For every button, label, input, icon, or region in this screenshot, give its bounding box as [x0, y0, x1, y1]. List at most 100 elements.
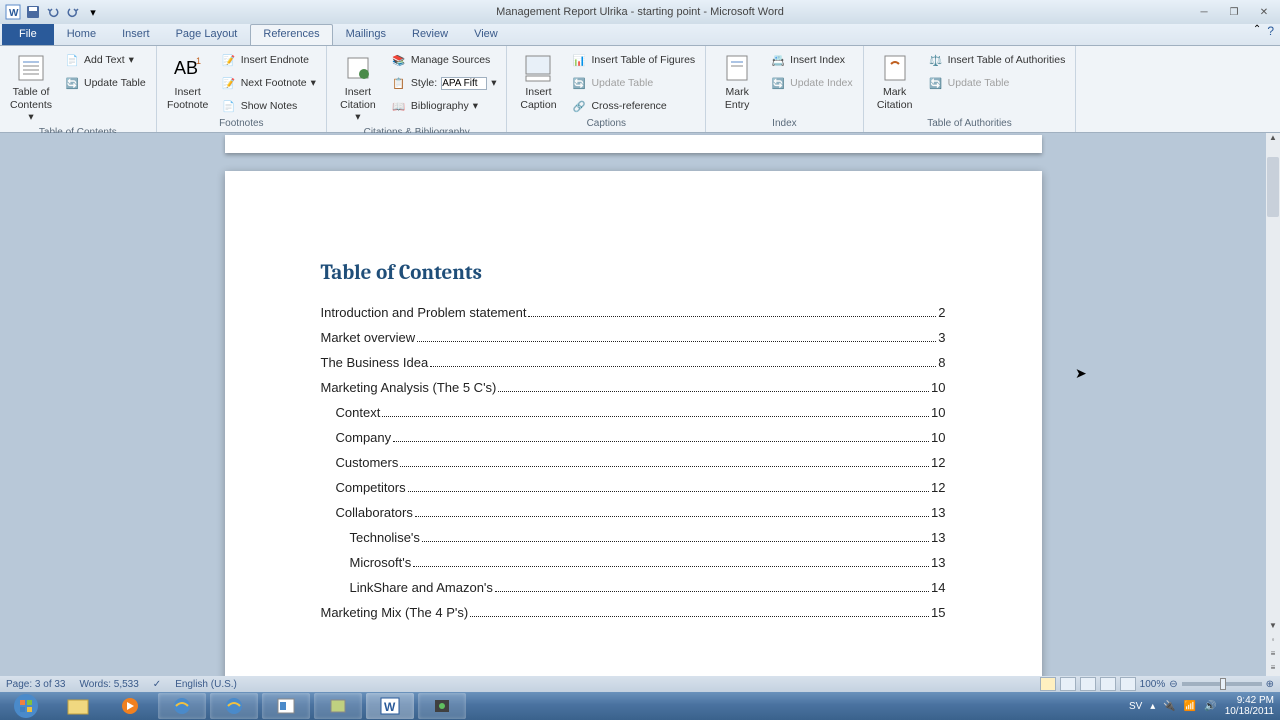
mark-entry-button[interactable]: Mark Entry — [712, 50, 762, 113]
tray-language[interactable]: SV — [1129, 701, 1142, 712]
toc-entry[interactable]: Microsoft's13 — [321, 555, 946, 570]
page: Table of Contents Introduction and Probl… — [225, 171, 1042, 677]
update-caption-table-button: 🔄Update Table — [567, 73, 699, 93]
insert-authorities-button[interactable]: ⚖️Insert Table of Authorities — [924, 50, 1070, 70]
browse-object-icon[interactable]: ◦ — [1266, 635, 1280, 649]
scroll-track[interactable] — [1266, 147, 1280, 621]
spell-check-icon[interactable]: ✓ — [153, 679, 161, 690]
toc-entry-title: Competitors — [336, 480, 406, 495]
ribbon: Table of Contents ▾ 📄Add Text ▾ 🔄Update … — [0, 46, 1280, 133]
bibliography-button[interactable]: 📖Bibliography ▾ — [387, 96, 501, 116]
tab-mailings[interactable]: Mailings — [333, 24, 399, 45]
toc-entry-page: 15 — [931, 605, 945, 620]
toc-entry[interactable]: Company10 — [321, 430, 946, 445]
insert-table-figures-button[interactable]: 📊Insert Table of Figures — [567, 50, 699, 70]
style-dropdown[interactable]: 📋Style: ▾ — [387, 73, 501, 93]
toc-entry[interactable]: Technolise's13 — [321, 530, 946, 545]
insert-citation-button[interactable]: Insert Citation ▾ — [333, 50, 383, 126]
show-notes-icon: 📄 — [221, 98, 237, 114]
toc-entry[interactable]: Market overview3 — [321, 330, 946, 345]
redo-icon[interactable] — [64, 3, 82, 21]
toc-list: Introduction and Problem statement2 Marke… — [321, 305, 946, 620]
zoom-out-button[interactable]: ⊖ — [1169, 679, 1177, 690]
draft-view-button[interactable] — [1120, 677, 1136, 691]
toc-entry[interactable]: Introduction and Problem statement2 — [321, 305, 946, 320]
tab-page-layout[interactable]: Page Layout — [163, 24, 251, 45]
insert-index-icon: 📇 — [770, 52, 786, 68]
scroll-thumb[interactable] — [1267, 157, 1279, 217]
web-layout-view-button[interactable] — [1080, 677, 1096, 691]
tab-insert[interactable]: Insert — [109, 24, 163, 45]
word-icon[interactable]: W — [4, 3, 22, 21]
ie-taskbar-icon-2[interactable] — [210, 693, 258, 719]
insert-caption-button[interactable]: Insert Caption — [513, 50, 563, 113]
tab-review[interactable]: Review — [399, 24, 461, 45]
tray-flag-icon[interactable]: ▴ — [1150, 701, 1155, 712]
zoom-handle[interactable] — [1220, 678, 1226, 690]
vertical-scrollbar[interactable]: ▲ ▼ ◦ ≡ ≡ — [1266, 133, 1280, 677]
group-toc: Table of Contents ▾ 📄Add Text ▾ 🔄Update … — [0, 46, 157, 132]
mark-citation-button[interactable]: Mark Citation — [870, 50, 920, 113]
save-icon[interactable] — [24, 3, 42, 21]
tab-view[interactable]: View — [461, 24, 511, 45]
toc-entry[interactable]: Competitors12 — [321, 480, 946, 495]
language-indicator[interactable]: English (U.S.) — [175, 679, 237, 690]
toc-entry[interactable]: Customers12 — [321, 455, 946, 470]
insert-index-button[interactable]: 📇Insert Index — [766, 50, 856, 70]
toc-entry[interactable]: Context10 — [321, 405, 946, 420]
next-page-icon[interactable]: ≡ — [1266, 663, 1280, 677]
scroll-up-icon[interactable]: ▲ — [1266, 133, 1280, 147]
start-button[interactable] — [2, 693, 50, 719]
document-area[interactable]: Table of Contents Introduction and Probl… — [0, 133, 1266, 677]
prev-page-icon[interactable]: ≡ — [1266, 649, 1280, 663]
media-player-taskbar-icon[interactable] — [106, 693, 154, 719]
app-taskbar-icon-2[interactable] — [314, 693, 362, 719]
camtasia-taskbar-icon[interactable] — [418, 693, 466, 719]
toc-leader-dots — [528, 316, 936, 317]
toc-leader-dots — [495, 591, 929, 592]
tray-power-icon[interactable]: 🔌 — [1163, 701, 1175, 712]
help-icon[interactable]: ? — [1267, 24, 1274, 38]
toc-entry[interactable]: LinkShare and Amazon's14 — [321, 580, 946, 595]
tray-network-icon[interactable]: 📶 — [1184, 701, 1196, 712]
full-screen-view-button[interactable] — [1060, 677, 1076, 691]
update-table-button[interactable]: 🔄Update Table — [60, 73, 150, 93]
next-footnote-button[interactable]: 📝Next Footnote ▾ — [217, 73, 320, 93]
minimize-button[interactable]: ─ — [1192, 4, 1216, 20]
tray-volume-icon[interactable]: 🔊 — [1204, 701, 1216, 712]
zoom-slider[interactable] — [1182, 682, 1262, 686]
tab-file[interactable]: File — [2, 24, 54, 45]
outline-view-button[interactable] — [1100, 677, 1116, 691]
minimize-ribbon-icon[interactable]: ⌃ — [1253, 24, 1261, 38]
insert-endnote-button[interactable]: 📝Insert Endnote — [217, 50, 320, 70]
table-of-contents-button[interactable]: Table of Contents ▾ — [6, 50, 56, 126]
undo-icon[interactable] — [44, 3, 62, 21]
maximize-button[interactable]: ❐ — [1222, 4, 1246, 20]
insert-footnote-button[interactable]: AB1 Insert Footnote — [163, 50, 213, 113]
close-button[interactable]: ✕ — [1252, 4, 1276, 20]
qat-dropdown-icon[interactable]: ▾ — [84, 3, 102, 21]
toc-entry[interactable]: Collaborators13 — [321, 505, 946, 520]
zoom-level[interactable]: 100% — [1140, 679, 1166, 690]
toc-entry[interactable]: Marketing Analysis (The 5 C's)10 — [321, 380, 946, 395]
ie-taskbar-icon-1[interactable] — [158, 693, 206, 719]
previous-page-edge — [225, 135, 1042, 153]
tab-home[interactable]: Home — [54, 24, 109, 45]
scroll-down-icon[interactable]: ▼ — [1266, 621, 1280, 635]
toc-entry[interactable]: The Business Idea8 — [321, 355, 946, 370]
manage-sources-button[interactable]: 📚Manage Sources — [387, 50, 501, 70]
word-count[interactable]: Words: 5,533 — [80, 679, 139, 690]
toc-entry[interactable]: Marketing Mix (The 4 P's)15 — [321, 605, 946, 620]
style-field[interactable] — [441, 77, 487, 90]
tray-clock[interactable]: 9:42 PM 10/18/2011 — [1225, 695, 1274, 717]
cross-reference-button[interactable]: 🔗Cross-reference — [567, 96, 699, 116]
add-text-button[interactable]: 📄Add Text ▾ — [60, 50, 150, 70]
tab-references[interactable]: References — [250, 24, 332, 45]
app-taskbar-icon-1[interactable] — [262, 693, 310, 719]
explorer-taskbar-icon[interactable] — [54, 693, 102, 719]
show-notes-button[interactable]: 📄Show Notes — [217, 96, 320, 116]
print-layout-view-button[interactable] — [1040, 677, 1056, 691]
word-taskbar-icon[interactable]: W — [366, 693, 414, 719]
page-indicator[interactable]: Page: 3 of 33 — [6, 679, 66, 690]
zoom-in-button[interactable]: ⊕ — [1266, 679, 1274, 690]
